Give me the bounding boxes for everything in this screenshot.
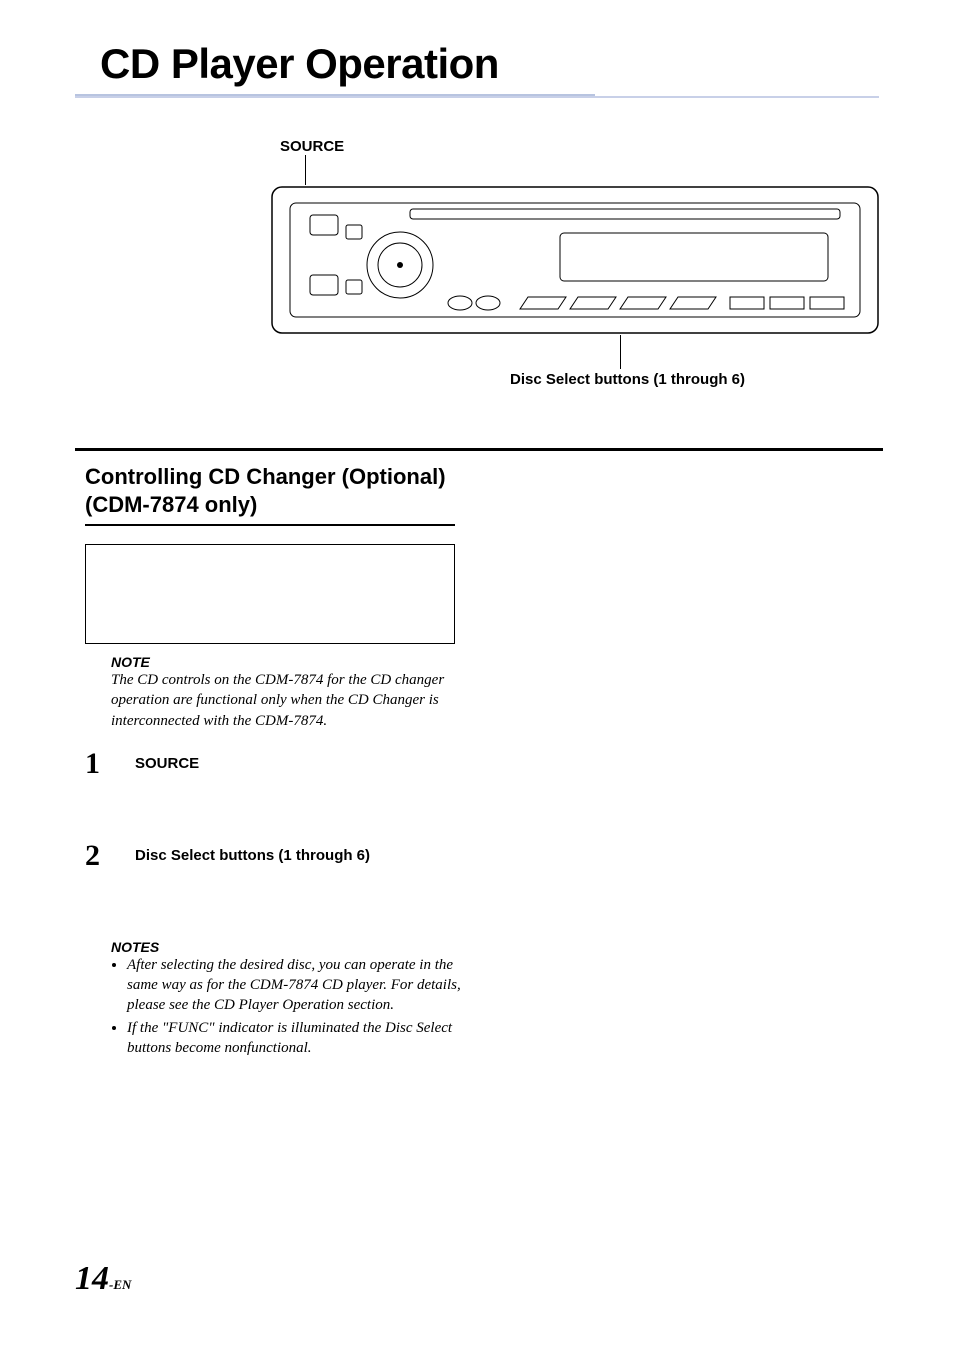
step-number: 2 [85, 841, 135, 871]
notes-label: NOTES [111, 939, 465, 955]
notes-item: If the "FUNC" indicator is illuminated t… [127, 1018, 467, 1059]
page-title-wrap: CD Player Operation [75, 40, 879, 98]
notes-list: After selecting the desired disc, you ca… [127, 955, 467, 1058]
step-bold-label: SOURCE [135, 755, 199, 772]
step-body: SOURCE [135, 749, 199, 773]
section-cd-changer: Controlling CD Changer (Optional) (CDM-7… [85, 463, 465, 1058]
manual-page: CD Player Operation SOURCE [0, 0, 954, 1348]
page-number: 14 [75, 1260, 109, 1297]
page-title: CD Player Operation [100, 40, 879, 88]
head-unit-diagram: SOURCE [270, 138, 879, 388]
page-footer: 14-EN [75, 1260, 131, 1298]
title-underline [75, 94, 595, 96]
source-callout-line [305, 155, 879, 185]
note-text: The CD controls on the CDM-7874 for the … [111, 670, 456, 731]
section-heading: Controlling CD Changer (Optional) (CDM-7… [85, 463, 465, 518]
disc-select-callout-line [620, 335, 879, 369]
notes-item: After selecting the desired disc, you ca… [127, 955, 467, 1016]
source-callout-label: SOURCE [280, 138, 879, 155]
note-label: NOTE [111, 654, 465, 670]
step-number: 1 [85, 749, 135, 779]
illustration-placeholder [85, 544, 455, 644]
step-bold-label: Disc Select buttons (1 through 6) [135, 847, 370, 864]
step-1: 1 SOURCE [85, 749, 465, 779]
page-number-suffix: -EN [109, 1277, 131, 1292]
head-unit-icon [270, 185, 880, 335]
section-heading-underline [85, 524, 455, 526]
notes-block: NOTES After selecting the desired disc, … [85, 939, 465, 1058]
step-body: Disc Select buttons (1 through 6) [135, 841, 370, 865]
disc-select-callout-label: Disc Select buttons (1 through 6) [510, 371, 879, 388]
step-2: 2 Disc Select buttons (1 through 6) [85, 841, 465, 871]
section-top-rule [75, 448, 883, 451]
